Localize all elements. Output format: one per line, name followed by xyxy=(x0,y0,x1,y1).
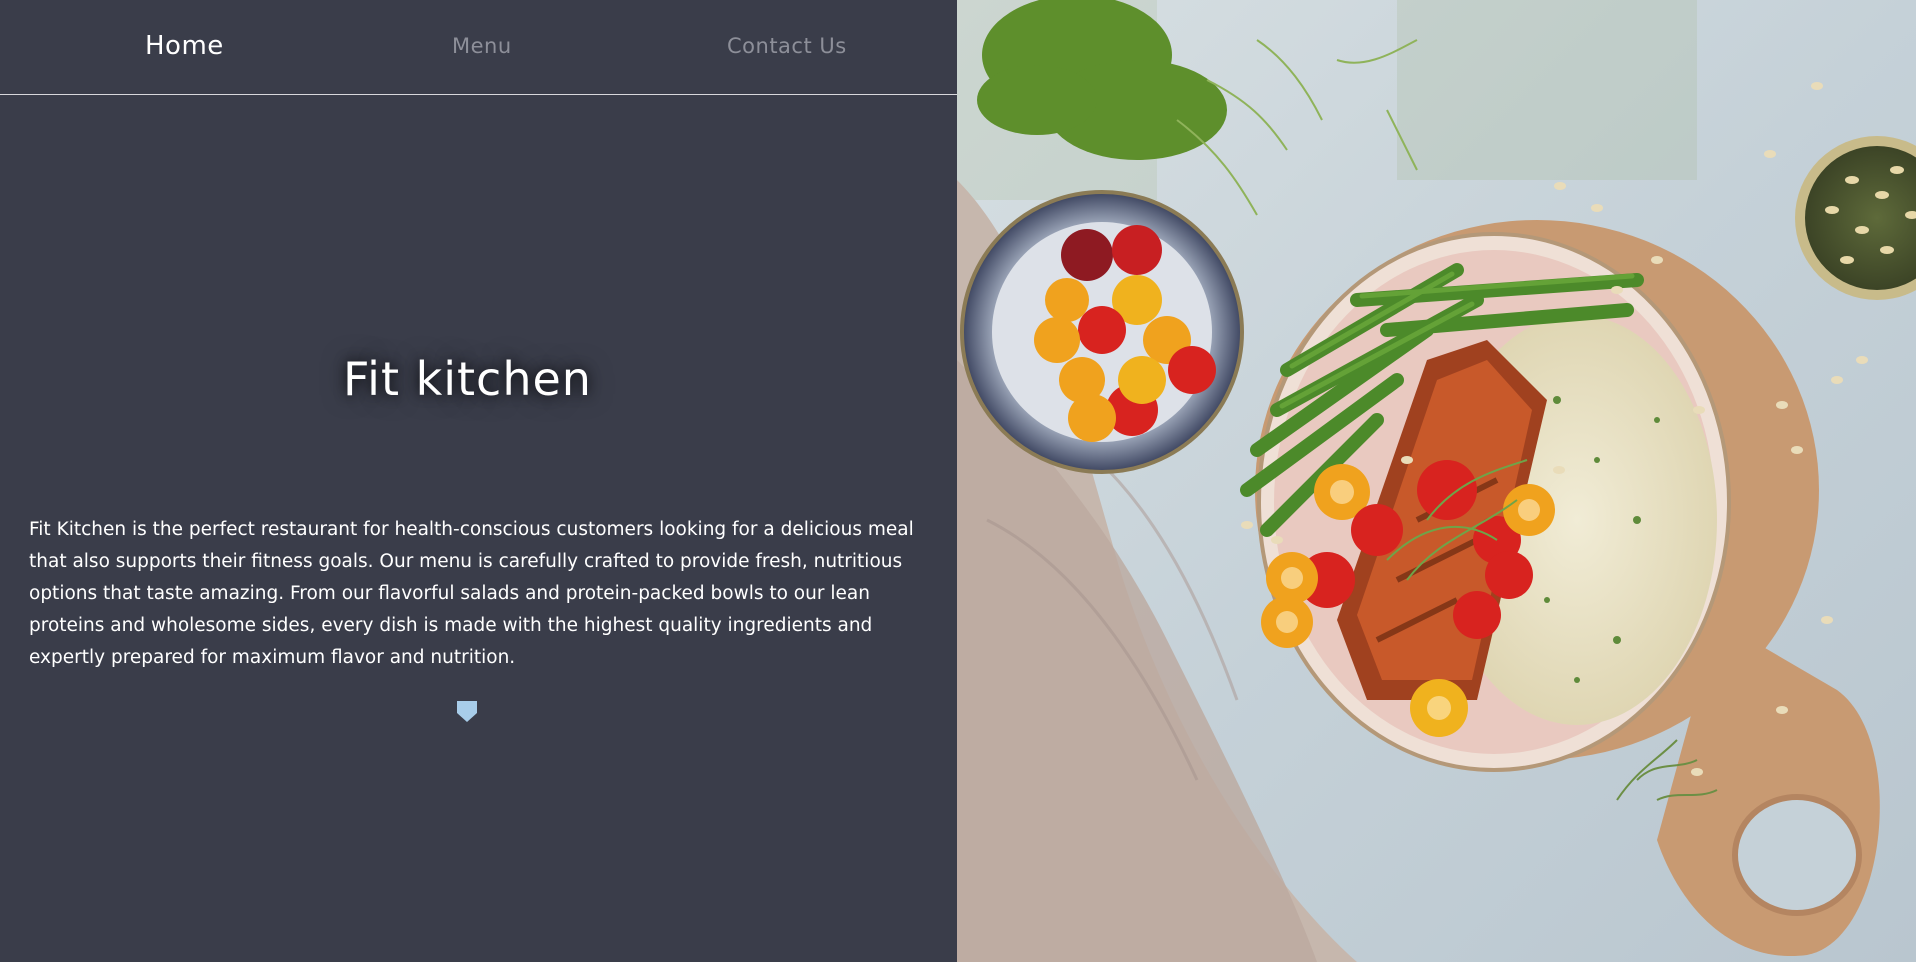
nav-menu-link[interactable]: Menu xyxy=(452,30,512,62)
chevron-down-icon xyxy=(457,701,477,722)
page-title: Fit kitchen xyxy=(343,352,592,406)
scroll-down-button[interactable] xyxy=(457,701,477,722)
nav-home-link[interactable]: Home xyxy=(145,30,224,62)
page: Home Menu Contact Us Fit kitchen Fit Kit… xyxy=(0,0,1916,962)
hero-description: Fit Kitchen is the perfect restaurant fo… xyxy=(29,519,914,668)
top-nav: Home Menu Contact Us xyxy=(0,0,957,95)
food-photo xyxy=(957,0,1916,962)
hero-panel: Home Menu Contact Us Fit kitchen Fit Kit… xyxy=(0,0,957,962)
nav-contact-link[interactable]: Contact Us xyxy=(727,30,847,62)
food-bowl-image xyxy=(957,0,1916,962)
